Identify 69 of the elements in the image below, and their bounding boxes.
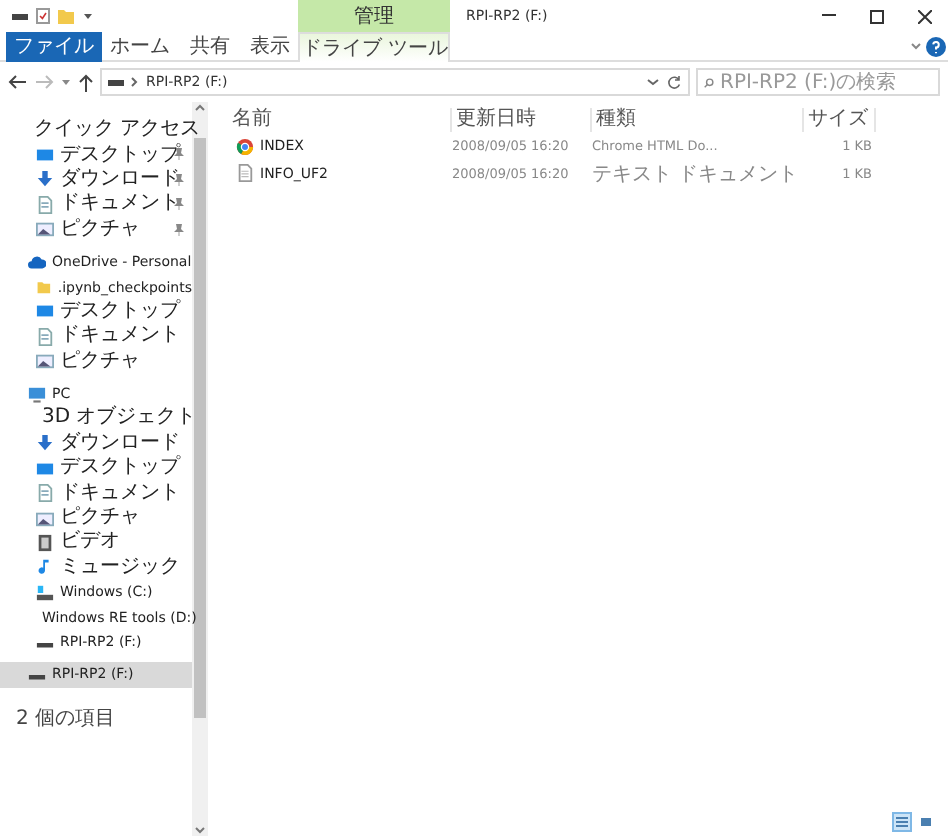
column-header[interactable]: 名前 <box>228 108 452 132</box>
item-count: 2 個の項目 <box>16 705 118 732</box>
ribbon-tab[interactable]: ファイル <box>6 32 102 62</box>
scrollbar-thumb[interactable] <box>194 138 206 718</box>
close-icon <box>917 9 931 23</box>
sidebar-item[interactable]: デスクトップ <box>0 142 192 168</box>
ribbon-tab[interactable]: 共有 <box>182 32 238 62</box>
download-arrow-icon <box>36 434 54 453</box>
film-icon <box>36 533 54 552</box>
refresh-icon[interactable] <box>666 74 682 90</box>
chrome-icon <box>236 137 254 156</box>
folder-icon <box>36 278 52 297</box>
scroll-down-icon[interactable] <box>194 824 206 836</box>
sidebar-item[interactable]: ピクチャ <box>0 505 192 531</box>
help-icon[interactable] <box>924 32 948 62</box>
chevron-down-icon[interactable] <box>646 76 660 88</box>
sidebar-item[interactable]: ダウンロード <box>0 431 192 457</box>
sidebar-item[interactable]: ドキュメント <box>0 480 192 506</box>
caret-icon[interactable] <box>60 76 72 88</box>
caret-icon[interactable] <box>82 10 94 22</box>
chevron-icon <box>130 76 140 88</box>
document-icon <box>36 484 54 503</box>
minimize-icon <box>821 14 835 18</box>
sidebar-item[interactable]: ダウンロード <box>0 167 192 193</box>
scroll-up-icon[interactable] <box>194 102 206 114</box>
drive-icon <box>12 8 28 24</box>
tiles-view-button[interactable] <box>916 812 936 832</box>
ribbon-tab[interactable]: 表示 <box>242 32 298 62</box>
sidebar-item[interactable]: デスクトップ <box>0 299 192 325</box>
pin-icon[interactable] <box>174 148 184 161</box>
monitor-icon <box>36 302 54 321</box>
document-icon <box>36 327 54 346</box>
sidebar-item[interactable]: ピクチャ <box>0 217 192 242</box>
ribbon-tab[interactable]: ホーム <box>102 32 178 62</box>
sidebar-item[interactable]: ピクチャ <box>0 349 192 374</box>
sidebar-item[interactable]: 3D オブジェクト <box>0 406 192 432</box>
sidebar-item[interactable]: ドキュメント <box>0 192 192 218</box>
ribbon-tab[interactable]: ドライブ ツール <box>298 32 450 62</box>
monitor-icon <box>36 146 54 165</box>
up-arrow-icon[interactable] <box>78 73 94 91</box>
drive-icon <box>36 583 54 602</box>
details-view-button[interactable] <box>892 812 912 832</box>
sidebar-item[interactable]: ドキュメント <box>0 324 192 350</box>
column-header[interactable]: 更新日時 <box>452 108 592 132</box>
monitor-icon <box>36 459 54 478</box>
sidebar-item[interactable]: ビデオ <box>0 530 192 556</box>
computer-icon <box>28 385 46 404</box>
back-arrow-icon[interactable] <box>8 74 28 90</box>
sidebar-item[interactable]: ミュージック <box>0 555 192 581</box>
tiles-icon <box>920 816 932 828</box>
music-note-icon <box>36 558 54 577</box>
search-icon <box>704 75 714 89</box>
picture-icon <box>36 220 54 239</box>
picture-icon <box>36 509 54 528</box>
drive-icon <box>108 76 124 88</box>
search-field[interactable]: RPI-RP2 (F:)の検索 <box>696 68 940 96</box>
download-arrow-icon <box>36 170 54 189</box>
picture-icon <box>36 352 54 371</box>
maximize-icon <box>869 9 883 23</box>
sidebar-item[interactable]: デスクトップ <box>0 456 192 481</box>
column-header[interactable]: 種類 <box>592 108 804 132</box>
table-cell-text: テキスト ドキュメント <box>592 161 801 187</box>
document-icon <box>36 195 54 214</box>
column-header[interactable]: サイズ <box>804 108 876 132</box>
cloud-icon <box>28 253 46 272</box>
text-file-icon <box>236 164 254 182</box>
context-tab-label: 管理 <box>298 0 450 32</box>
list-icon <box>896 816 908 828</box>
properties-icon[interactable] <box>36 8 50 24</box>
